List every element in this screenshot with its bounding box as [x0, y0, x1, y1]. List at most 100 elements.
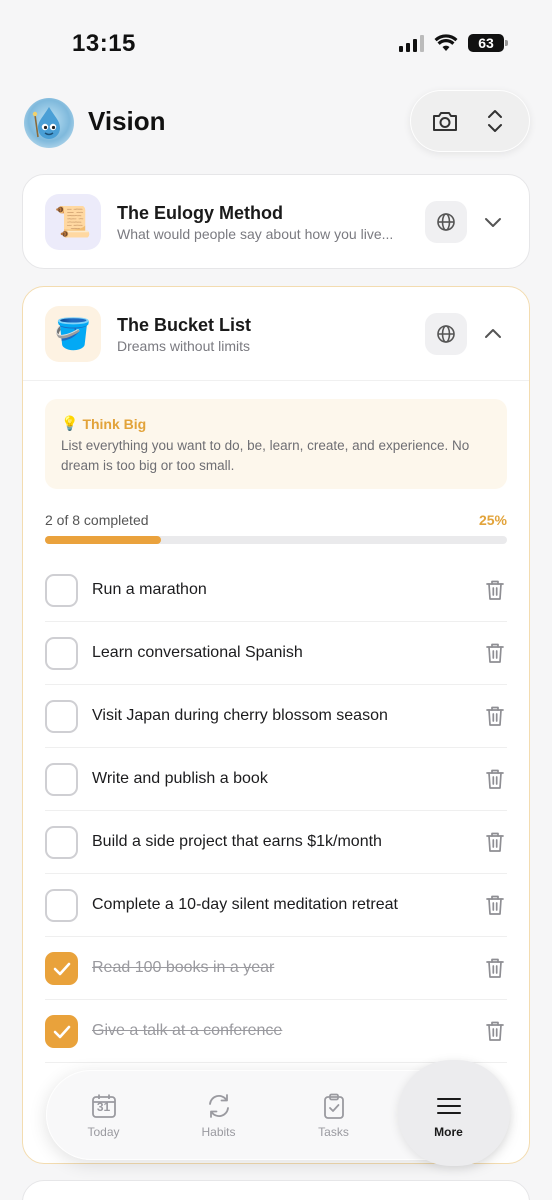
chevron-down-icon: [485, 218, 501, 227]
collapse-button[interactable]: [479, 320, 507, 348]
card-title: The Bucket List: [117, 315, 252, 335]
delete-button[interactable]: [483, 1019, 507, 1043]
list-item: Learn conversational Spanish: [45, 622, 507, 685]
bucket-list-card: 🪣 The Bucket List Dreams without limits …: [22, 286, 530, 1164]
delete-button[interactable]: [483, 956, 507, 980]
wifi-icon: [434, 34, 458, 51]
header-actions: [410, 90, 530, 152]
delete-button[interactable]: [483, 704, 507, 728]
list-item: Read 100 books in a year: [45, 937, 507, 1000]
bucket-list-items: Run a marathon Learn conversational Spani…: [45, 559, 507, 1063]
item-checkbox[interactable]: [45, 574, 78, 607]
globe-icon: [437, 325, 455, 343]
delete-button[interactable]: [483, 830, 507, 854]
delete-button[interactable]: [483, 578, 507, 602]
trash-icon: [486, 643, 504, 663]
item-checkbox[interactable]: [45, 763, 78, 796]
item-text[interactable]: Visit Japan during cherry blossom season: [92, 707, 388, 725]
trash-icon: [486, 895, 504, 915]
card-title: The Eulogy Method: [117, 203, 283, 223]
trash-icon: [486, 1021, 504, 1041]
eulogy-method-card[interactable]: 📜 The Eulogy Method What would people sa…: [22, 174, 530, 269]
lightbulb-icon: 💡: [61, 415, 79, 431]
vision-screen: 13:15 63 Vision 📜 The Eulogy Method What…: [0, 0, 552, 1200]
expand-button[interactable]: [479, 208, 507, 236]
item-text[interactable]: Complete a 10-day silent meditation retr…: [92, 896, 398, 914]
progress-bar: [45, 536, 507, 544]
battery-level: 63: [478, 35, 494, 51]
trash-icon: [486, 580, 504, 600]
reorder-button[interactable]: [473, 99, 517, 143]
app-mascot-icon: [24, 98, 74, 148]
battery-icon: 63: [468, 34, 508, 52]
item-checkbox[interactable]: [45, 700, 78, 733]
progress-label: 2 of 8 completed: [45, 512, 149, 528]
cellular-signal-icon: [399, 34, 424, 52]
card-header[interactable]: 🪣 The Bucket List Dreams without limits: [23, 287, 529, 381]
trash-icon: [486, 706, 504, 726]
item-checkbox[interactable]: [45, 826, 78, 859]
page-title: Vision: [88, 106, 166, 136]
tab-label: Tasks: [318, 1125, 349, 1139]
tab-label: More: [434, 1125, 463, 1139]
tab-today[interactable]: 31 Today: [46, 1070, 161, 1160]
list-item: Give a talk at a conference: [45, 1000, 507, 1063]
calendar-icon: 31: [89, 1091, 119, 1121]
chevron-up-down-icon: [488, 110, 502, 132]
bucket-icon: 🪣: [45, 306, 101, 362]
clipboard-check-icon: [319, 1091, 349, 1121]
refresh-icon: [204, 1091, 234, 1121]
delete-button[interactable]: [483, 767, 507, 791]
chevron-up-icon: [485, 329, 501, 338]
item-text[interactable]: Give a talk at a conference: [92, 1022, 282, 1040]
tab-label: Habits: [201, 1125, 236, 1139]
camera-button[interactable]: [423, 99, 467, 143]
item-checkbox[interactable]: [45, 889, 78, 922]
list-item: Write and publish a book: [45, 748, 507, 811]
status-icons: 63: [399, 34, 508, 52]
tab-habits[interactable]: Habits: [161, 1070, 276, 1160]
divider: [23, 380, 529, 381]
list-item: Run a marathon: [45, 559, 507, 622]
camera-icon: [433, 112, 457, 131]
list-item: Build a side project that earns $1k/mont…: [45, 811, 507, 874]
delete-button[interactable]: [483, 641, 507, 665]
item-text[interactable]: Run a marathon: [92, 581, 207, 599]
item-text[interactable]: Learn conversational Spanish: [92, 644, 303, 662]
delete-button[interactable]: [483, 893, 507, 917]
item-checkbox[interactable]: [45, 637, 78, 670]
share-globe-button[interactable]: [425, 313, 467, 355]
tip-title-text: Think Big: [82, 415, 147, 432]
tip-title: 💡 Think Big: [61, 415, 146, 432]
list-item: Visit Japan during cherry blossom season: [45, 685, 507, 748]
checkmark-icon: [53, 1025, 70, 1038]
status-time: 13:15: [72, 30, 136, 57]
tab-label: Today: [87, 1125, 120, 1139]
item-checkbox[interactable]: [45, 1015, 78, 1048]
checkmark-icon: [53, 962, 70, 975]
item-text[interactable]: Write and publish a book: [92, 770, 268, 788]
tab-bar: 31 Today Habits Tasks More: [46, 1060, 510, 1166]
share-globe-button[interactable]: [425, 201, 467, 243]
calendar-day: 31: [96, 1100, 111, 1114]
status-bar: 13:15 63: [0, 0, 552, 90]
tab-tasks[interactable]: Tasks: [276, 1070, 391, 1160]
tip-box: 💡 Think Big List everything you want to …: [45, 399, 507, 489]
header: Vision: [22, 90, 530, 152]
list-item: Complete a 10-day silent meditation retr…: [45, 874, 507, 937]
card-subtitle: Dreams without limits: [117, 338, 251, 354]
item-text[interactable]: Build a side project that earns $1k/mont…: [92, 833, 382, 851]
menu-icon: [434, 1091, 464, 1121]
trash-icon: [486, 769, 504, 789]
progress-percent: 25%: [478, 512, 507, 528]
trash-icon: [486, 832, 504, 852]
tab-more[interactable]: More: [391, 1060, 510, 1166]
next-card: [22, 1180, 530, 1200]
scroll-icon: 📜: [45, 194, 101, 250]
card-header[interactable]: 📜 The Eulogy Method What would people sa…: [23, 175, 529, 269]
item-text[interactable]: Read 100 books in a year: [92, 959, 274, 977]
globe-icon: [437, 213, 455, 231]
card-subtitle: What would people say about how you live…: [117, 226, 394, 242]
item-checkbox[interactable]: [45, 952, 78, 985]
trash-icon: [486, 958, 504, 978]
